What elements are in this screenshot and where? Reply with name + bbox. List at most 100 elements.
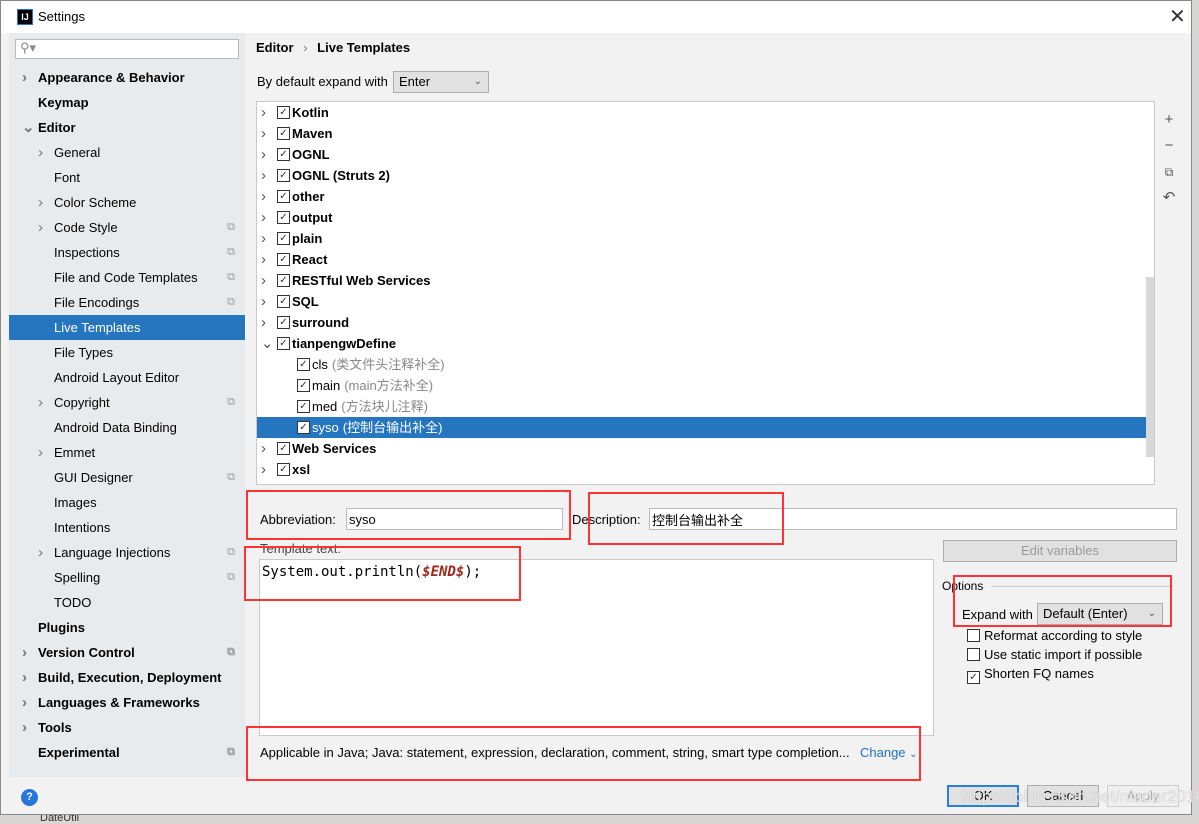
checkbox[interactable]: ✓: [277, 253, 290, 266]
checkbox[interactable]: ✓: [277, 463, 290, 476]
chevron-right-icon[interactable]: ›: [261, 312, 266, 333]
chevron-right-icon[interactable]: ›: [261, 459, 266, 480]
chevron-right-icon[interactable]: ›: [261, 291, 266, 312]
checkbox[interactable]: [967, 629, 980, 642]
sidebar-item[interactable]: › Copyright ⧉: [9, 390, 245, 415]
template-group[interactable]: › ✓ plain: [257, 228, 1147, 249]
search-input[interactable]: ⚲▾: [15, 39, 239, 59]
option-checkbox[interactable]: Reformat according to style: [967, 628, 1142, 643]
template-group[interactable]: › ✓ Maven: [257, 123, 1147, 144]
sidebar-item[interactable]: File Encodings ⧉: [9, 290, 245, 315]
sidebar-item[interactable]: › Languages & Frameworks: [9, 690, 245, 715]
template-group[interactable]: › ✓ React: [257, 249, 1147, 270]
checkbox[interactable]: ✓: [277, 148, 290, 161]
chevron-down-icon[interactable]: ⌄: [261, 333, 274, 354]
sidebar-item[interactable]: Intentions: [9, 515, 245, 540]
checkbox[interactable]: ✓: [277, 316, 290, 329]
sidebar-item[interactable]: Font: [9, 165, 245, 190]
chevron-right-icon[interactable]: ›: [38, 190, 43, 215]
sidebar-item[interactable]: File and Code Templates ⧉: [9, 265, 245, 290]
plus-icon[interactable]: +: [1159, 107, 1179, 133]
template-group[interactable]: ⌄ ✓ tianpengwDefine: [257, 333, 1147, 354]
copy-icon[interactable]: ⧉: [1159, 159, 1179, 185]
chevron-right-icon[interactable]: ›: [22, 65, 27, 90]
checkbox[interactable]: ✓: [297, 421, 310, 434]
chevron-right-icon[interactable]: ›: [38, 390, 43, 415]
sidebar-item[interactable]: TODO: [9, 590, 245, 615]
template-group[interactable]: › ✓ xsl: [257, 459, 1147, 480]
chevron-right-icon[interactable]: ›: [261, 438, 266, 459]
checkbox[interactable]: ✓: [277, 127, 290, 140]
option-checkbox[interactable]: Use static import if possible: [967, 647, 1142, 662]
sidebar-item[interactable]: Images: [9, 490, 245, 515]
undo-icon[interactable]: ↶: [1159, 185, 1179, 211]
sidebar-item[interactable]: › Color Scheme: [9, 190, 245, 215]
option-checkbox[interactable]: ✓ Shorten FQ names: [967, 666, 1094, 684]
chevron-down-icon[interactable]: ⌄: [22, 115, 35, 140]
help-icon[interactable]: ?: [21, 789, 38, 806]
sidebar-item[interactable]: › Code Style ⧉: [9, 215, 245, 240]
edit-variables-button[interactable]: Edit variables: [943, 540, 1177, 562]
sidebar-item[interactable]: Experimental ⧉: [9, 740, 245, 765]
template-group[interactable]: › ✓ surround: [257, 312, 1147, 333]
chevron-right-icon[interactable]: ›: [261, 165, 266, 186]
sidebar-item[interactable]: Inspections ⧉: [9, 240, 245, 265]
checkbox[interactable]: ✓: [277, 106, 290, 119]
sidebar-item[interactable]: Android Data Binding: [9, 415, 245, 440]
checkbox[interactable]: ✓: [277, 442, 290, 455]
template-item[interactable]: ✓ main (main方法补全): [257, 375, 1147, 396]
template-group[interactable]: › ✓ SQL: [257, 291, 1147, 312]
chevron-right-icon[interactable]: ›: [22, 715, 27, 740]
tree-scrollbar[interactable]: [1146, 277, 1154, 457]
chevron-right-icon[interactable]: ›: [22, 665, 27, 690]
sidebar-item[interactable]: › General: [9, 140, 245, 165]
chevron-right-icon[interactable]: ›: [38, 140, 43, 165]
chevron-right-icon[interactable]: ›: [261, 102, 266, 123]
checkbox[interactable]: ✓: [297, 358, 310, 371]
close-icon[interactable]: ✕: [1169, 4, 1186, 29]
sidebar-item[interactable]: File Types: [9, 340, 245, 365]
checkbox[interactable]: ✓: [277, 169, 290, 182]
checkbox[interactable]: [967, 648, 980, 661]
checkbox[interactable]: ✓: [277, 295, 290, 308]
sidebar-item[interactable]: ⌄ Editor: [9, 115, 245, 140]
chevron-right-icon[interactable]: ›: [22, 690, 27, 715]
chevron-right-icon[interactable]: ›: [261, 249, 266, 270]
chevron-right-icon[interactable]: ›: [261, 123, 266, 144]
minus-icon[interactable]: −: [1159, 133, 1179, 159]
chevron-right-icon[interactable]: ›: [22, 640, 27, 665]
checkbox[interactable]: ✓: [277, 274, 290, 287]
template-item[interactable]: ✓ syso (控制台输出补全): [257, 417, 1147, 438]
sidebar-item[interactable]: Plugins: [9, 615, 245, 640]
sidebar-item[interactable]: › Build, Execution, Deployment: [9, 665, 245, 690]
checkbox[interactable]: ✓: [297, 379, 310, 392]
template-group[interactable]: › ✓ other: [257, 186, 1147, 207]
sidebar-item[interactable]: Keymap: [9, 90, 245, 115]
search-field[interactable]: [40, 41, 230, 58]
sidebar-item[interactable]: › Version Control ⧉: [9, 640, 245, 665]
template-group[interactable]: › ✓ RESTful Web Services: [257, 270, 1147, 291]
chevron-right-icon[interactable]: ›: [261, 144, 266, 165]
sidebar-item[interactable]: › Tools: [9, 715, 245, 740]
chevron-right-icon[interactable]: ›: [261, 228, 266, 249]
chevron-right-icon[interactable]: ›: [38, 215, 43, 240]
breadcrumb-parent[interactable]: Editor: [256, 40, 294, 55]
sidebar-item[interactable]: › Language Injections ⧉: [9, 540, 245, 565]
chevron-right-icon[interactable]: ›: [38, 540, 43, 565]
template-group[interactable]: › ✓ Web Services: [257, 438, 1147, 459]
sidebar-item[interactable]: GUI Designer ⧉: [9, 465, 245, 490]
checkbox[interactable]: ✓: [277, 190, 290, 203]
template-group[interactable]: › ✓ OGNL (Struts 2): [257, 165, 1147, 186]
checkbox[interactable]: ✓: [277, 211, 290, 224]
chevron-right-icon[interactable]: ›: [261, 186, 266, 207]
template-item[interactable]: ✓ med (方法块儿注释): [257, 396, 1147, 417]
checkbox[interactable]: ✓: [277, 232, 290, 245]
checkbox[interactable]: ✓: [277, 337, 290, 350]
chevron-right-icon[interactable]: ›: [261, 207, 266, 228]
template-group[interactable]: › ✓ OGNL: [257, 144, 1147, 165]
chevron-right-icon[interactable]: ›: [261, 270, 266, 291]
sidebar-item[interactable]: Live Templates: [9, 315, 245, 340]
checkbox[interactable]: ✓: [967, 671, 980, 684]
default-expand-select[interactable]: Enter ⌄: [393, 71, 489, 93]
sidebar-item[interactable]: Android Layout Editor: [9, 365, 245, 390]
